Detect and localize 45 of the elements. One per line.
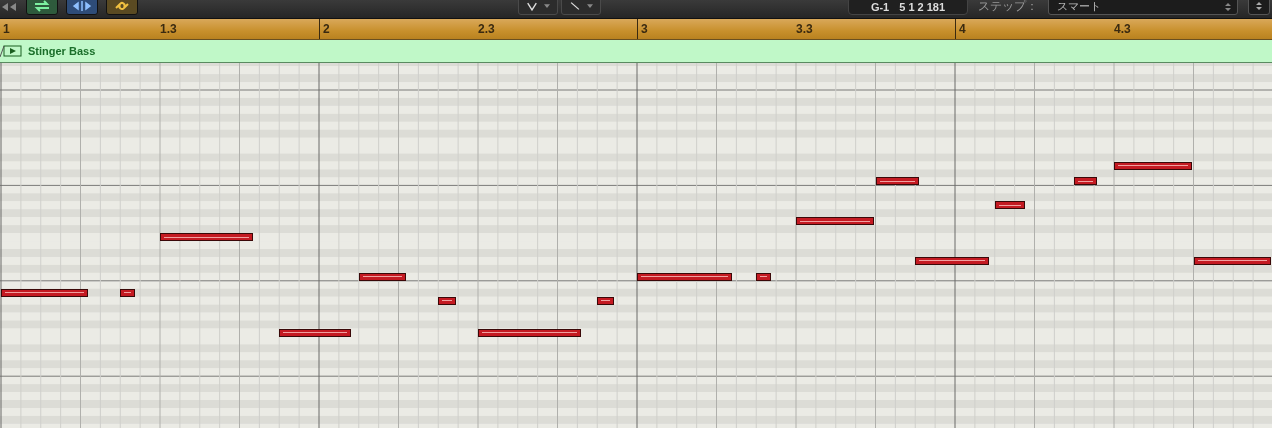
ruler-label: 4.3	[1114, 22, 1131, 36]
note[interactable]	[120, 288, 136, 297]
ruler-label: 2	[323, 22, 330, 36]
step-dropdown[interactable]: スマート	[1048, 0, 1238, 15]
midi-in-button[interactable]	[26, 0, 58, 15]
note[interactable]	[915, 256, 989, 265]
ruler-label: 3	[641, 22, 648, 36]
note[interactable]	[160, 233, 254, 242]
note[interactable]	[1193, 256, 1271, 265]
note[interactable]	[1, 288, 89, 297]
note[interactable]	[796, 217, 874, 226]
ruler-label: 1.3	[160, 22, 177, 36]
arrows-icon	[32, 0, 52, 12]
region-header[interactable]: Stinger Bass	[0, 40, 1272, 63]
up-down-icon	[1225, 1, 1231, 12]
ruler-label: 3.3	[796, 22, 813, 36]
caret-icon	[544, 3, 550, 9]
tool-menu[interactable]	[518, 0, 558, 15]
note[interactable]	[279, 328, 351, 337]
play-icon	[0, 45, 22, 57]
note[interactable]	[994, 201, 1025, 210]
note[interactable]	[875, 177, 920, 186]
up-down-icon	[1256, 0, 1262, 11]
note[interactable]	[1114, 161, 1192, 170]
stepper[interactable]	[1248, 0, 1270, 15]
pitch-readout: G-1	[870, 0, 890, 13]
ruler-label: 1	[3, 22, 10, 36]
note[interactable]	[478, 328, 582, 337]
note[interactable]	[1074, 177, 1098, 186]
note[interactable]	[756, 272, 772, 281]
caret-icon	[587, 3, 593, 9]
link-button[interactable]	[106, 0, 138, 15]
note[interactable]	[597, 296, 615, 305]
note[interactable]	[637, 272, 733, 281]
ruler-label: 4	[959, 22, 966, 36]
pencil-tool-menu[interactable]	[561, 0, 601, 15]
region-name: Stinger Bass	[28, 45, 96, 57]
snap-button[interactable]	[66, 0, 98, 15]
arrows-icon	[72, 0, 92, 12]
ruler-label: 2.3	[478, 22, 495, 36]
note[interactable]	[438, 296, 457, 305]
step-label: ステップ：	[978, 0, 1038, 15]
bar-ruler[interactable]: 1 1.3 2 2.3 3 3.3 4 4.3	[0, 19, 1272, 40]
note[interactable]	[358, 272, 407, 281]
position-readout: 5 1 2 181	[899, 0, 946, 13]
